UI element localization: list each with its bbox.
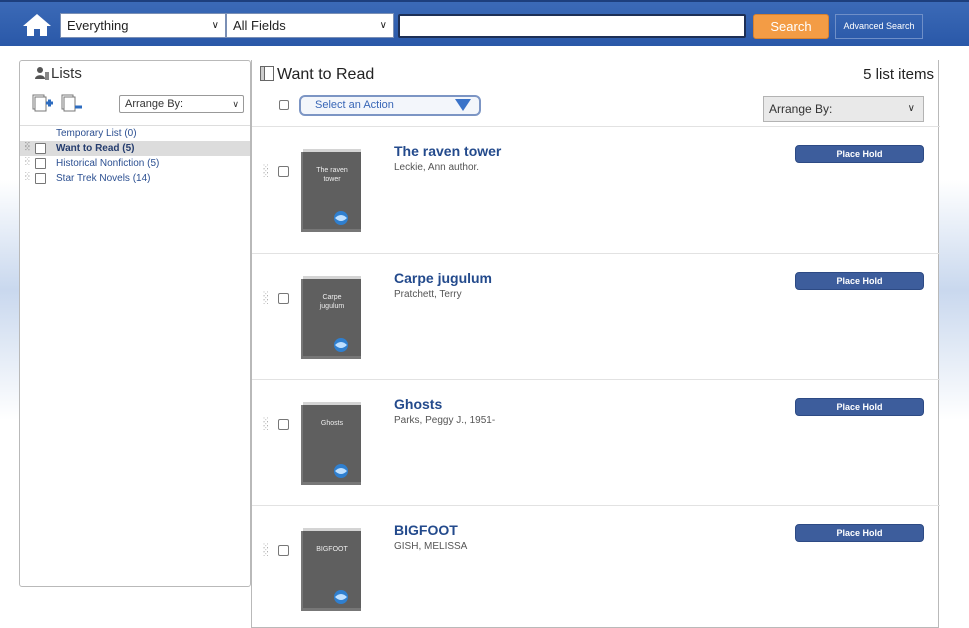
lists-heading: Lists (35, 65, 82, 82)
list-checkbox[interactable] (35, 173, 46, 184)
place-hold-button[interactable]: Place Hold (795, 524, 924, 542)
list-icon (260, 66, 274, 81)
drag-handle-icon[interactable]: ⁙ ⁙ (24, 171, 31, 184)
drag-handle-icon[interactable]: ⁙ ⁙ ⁙ (262, 290, 270, 307)
action-select[interactable]: Select an Action (299, 95, 481, 116)
drag-handle-icon[interactable]: ⁙ ⁙ (24, 156, 31, 169)
delete-list-icon[interactable] (61, 93, 83, 116)
cover-title: Ghosts (320, 420, 344, 427)
advanced-search-link[interactable]: Advanced Search (835, 14, 923, 39)
list-item: ⁙ ⁙ ⁙ Carpe jugulum Carpe jugulum Pratchet… (252, 253, 940, 379)
arrange-by-select-left[interactable]: Arrange By: ∨ (119, 95, 244, 113)
search-scope-value: Everything (67, 18, 129, 33)
sidebar-item-historical-nonfiction[interactable]: ⁙ ⁙ Historical Nonfiction (5) (20, 156, 250, 171)
home-icon[interactable] (22, 12, 52, 38)
place-hold-button[interactable]: Place Hold (795, 272, 924, 290)
list-title-text: Want to Read (277, 66, 375, 83)
list-checkbox[interactable] (35, 158, 46, 169)
top-search-bar: Everything ∨ All Fields ∨ Search Advance… (0, 0, 969, 46)
user-icon (35, 66, 49, 80)
arrange-by-value: Arrange By: (769, 102, 833, 116)
action-select-value: Select an Action (315, 99, 394, 111)
drag-handle-icon[interactable]: ⁙ ⁙ ⁙ (262, 163, 270, 180)
arrange-by-select-right[interactable]: Arrange By: ∨ (763, 96, 924, 122)
list-heading: Want to Read (260, 66, 374, 84)
list-detail-panel: Want to Read 5 list items Select an Acti… (251, 60, 940, 628)
sidebar-item-label: Historical Nonfiction (5) (56, 158, 160, 169)
dropdown-arrow-icon (455, 99, 471, 111)
chevron-down-icon: ∨ (379, 20, 387, 31)
item-checkbox[interactable] (278, 293, 289, 304)
item-checkbox[interactable] (278, 166, 289, 177)
chevron-down-icon: ∨ (211, 20, 219, 31)
book-cover[interactable]: The raven tower (299, 146, 363, 234)
book-cover[interactable]: BIGFOOT (299, 525, 363, 613)
item-author: Parks, Peggy J., 1951- (394, 415, 496, 426)
sidebar-item-label: Star Trek Novels (14) (56, 173, 151, 184)
list-nav: Temporary List (0) ⁙ ⁙ Want to Read (5) ⁙… (20, 125, 250, 186)
item-author: Pratchett, Terry (394, 289, 462, 300)
new-list-icon[interactable] (32, 93, 54, 116)
item-checkbox[interactable] (278, 419, 289, 430)
sidebar-item-label: Want to Read (5) (56, 143, 135, 154)
search-field-select[interactable]: All Fields ∨ (226, 13, 394, 38)
drag-handle-icon[interactable]: ⁙ ⁙ (24, 141, 31, 154)
item-author: GISH, MELISSA (394, 541, 468, 552)
book-cover[interactable]: Carpe jugulum (299, 273, 363, 361)
list-controls (32, 93, 87, 116)
place-hold-button[interactable]: Place Hold (795, 398, 924, 416)
search-input[interactable] (398, 14, 746, 38)
drag-handle-icon[interactable]: ⁙ ⁙ ⁙ (262, 542, 270, 559)
item-author: Leckie, Ann author. (394, 162, 480, 173)
lists-panel: Lists Arrange By: ∨ Temporary List (0) ⁙… (19, 60, 251, 587)
item-title-link[interactable]: BIGFOOT (394, 522, 458, 538)
list-item: ⁙ ⁙ ⁙ Ghosts Ghosts Parks, Peggy J., 1951-… (252, 379, 940, 505)
sidebar-item-temporary-list[interactable]: Temporary List (0) (20, 126, 250, 141)
lists-title-text: Lists (51, 65, 82, 82)
search-field-value: All Fields (233, 18, 286, 33)
book-cover[interactable]: Ghosts (299, 399, 363, 487)
arrange-by-value: Arrange By: (125, 98, 184, 110)
sidebar-item-want-to-read[interactable]: ⁙ ⁙ Want to Read (5) (20, 141, 250, 156)
cover-title: Carpe jugulum (319, 294, 345, 310)
items-count: 5 list items (863, 66, 934, 83)
search-scope-select[interactable]: Everything ∨ (60, 13, 226, 38)
cover-title: The raven tower (316, 167, 348, 183)
chevron-down-icon: ∨ (232, 99, 239, 109)
list-item: ⁙ ⁙ ⁙ The raven tower The raven tower Leck… (252, 126, 940, 252)
sidebar-item-star-trek-novels[interactable]: ⁙ ⁙ Star Trek Novels (14) (20, 171, 250, 186)
select-all-checkbox[interactable] (279, 100, 289, 110)
chevron-down-icon: ∨ (907, 103, 915, 114)
search-button[interactable]: Search (753, 14, 829, 39)
sidebar-item-label: Temporary List (0) (56, 128, 137, 139)
item-checkbox[interactable] (278, 545, 289, 556)
cover-title: BIGFOOT (316, 546, 348, 553)
item-title-link[interactable]: The raven tower (394, 143, 501, 159)
drag-handle-icon[interactable]: ⁙ ⁙ ⁙ (262, 416, 270, 433)
list-checkbox[interactable] (35, 143, 46, 154)
item-title-link[interactable]: Carpe jugulum (394, 270, 492, 286)
place-hold-button[interactable]: Place Hold (795, 145, 924, 163)
item-title-link[interactable]: Ghosts (394, 396, 442, 412)
list-item: ⁙ ⁙ ⁙ BIGFOOT BIGFOOT GISH, MELISSA Place … (252, 505, 940, 628)
